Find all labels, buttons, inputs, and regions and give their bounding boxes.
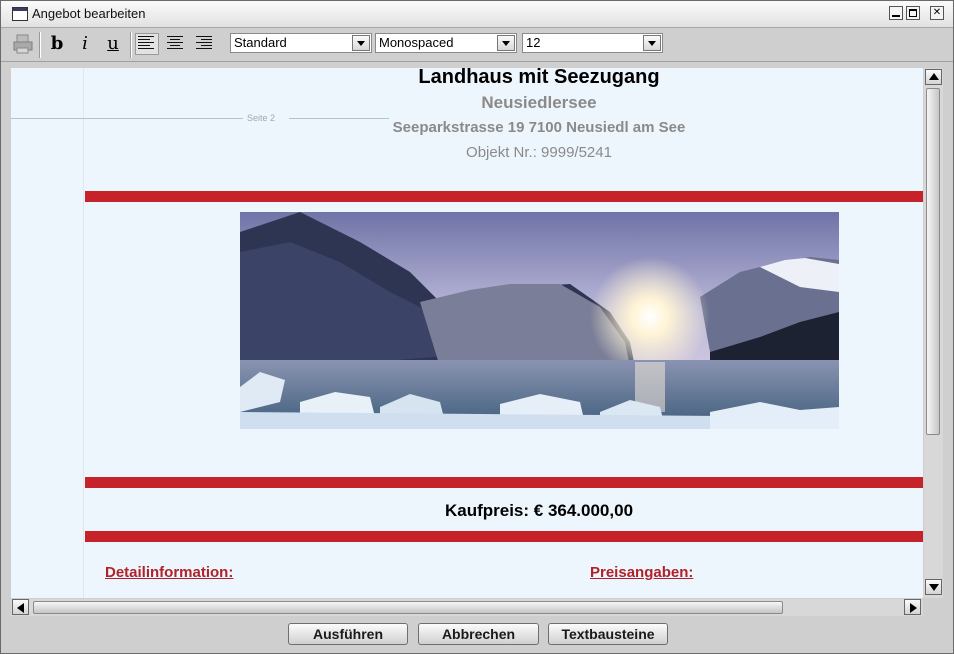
font-family-value: Monospaced: [379, 35, 454, 50]
mountain-lake-sunset-photo: [240, 212, 839, 429]
arrow-down-icon: [929, 584, 939, 591]
cancel-button[interactable]: Abbrechen: [418, 623, 539, 645]
divider-bar: [85, 477, 923, 488]
printer-icon: [13, 34, 33, 54]
horizontal-scroll-thumb[interactable]: [33, 601, 783, 614]
text-blocks-button[interactable]: Textbausteine: [548, 623, 668, 645]
document-editor[interactable]: Seite 2 Landhaus mit Seezugang Neusiedle…: [11, 68, 923, 598]
maximize-icon: [909, 9, 917, 17]
window-icon: [12, 7, 28, 21]
scroll-left-button[interactable]: [12, 599, 29, 615]
scroll-up-button[interactable]: [925, 69, 942, 85]
chevron-down-icon[interactable]: [497, 35, 515, 51]
print-button[interactable]: [10, 31, 36, 57]
execute-button[interactable]: Ausführen: [288, 623, 408, 645]
detail-information-heading: Detailinformation:: [105, 564, 234, 581]
editor-window: Angebot bearbeiten ✕ b i u Standard Mono…: [0, 0, 954, 654]
close-icon: ✕: [932, 7, 942, 18]
font-family-select[interactable]: Monospaced: [375, 33, 517, 53]
paragraph-style-select[interactable]: Standard: [230, 33, 372, 53]
purchase-price: Kaufpreis: € 364.000,00: [444, 501, 634, 520]
minimize-button[interactable]: [889, 6, 903, 20]
title-bar[interactable]: Angebot bearbeiten ✕: [1, 1, 953, 28]
window-title: Angebot bearbeiten: [32, 6, 146, 21]
property-photo[interactable]: [240, 212, 839, 429]
maximize-button[interactable]: [906, 6, 920, 20]
divider-bar: [85, 531, 923, 542]
align-center-button[interactable]: [164, 34, 186, 54]
arrow-up-icon: [929, 73, 939, 80]
listing-title: Landhaus mit Seezugang: [418, 68, 660, 88]
price-details-heading: Preisangaben:: [590, 564, 694, 581]
toolbar-separator: [39, 32, 41, 58]
listing-subtitle: Neusiedlersee: [481, 93, 597, 112]
toolbar-separator: [130, 32, 132, 58]
align-right-button[interactable]: [192, 34, 214, 54]
chevron-down-icon[interactable]: [643, 35, 661, 51]
horizontal-scrollbar[interactable]: [11, 599, 923, 616]
bold-button[interactable]: b: [44, 31, 70, 57]
formatting-toolbar: b i u Standard Monospaced 12: [1, 28, 953, 62]
arrow-left-icon: [17, 603, 24, 613]
scroll-down-button[interactable]: [925, 579, 942, 595]
vertical-scroll-thumb[interactable]: [926, 88, 940, 435]
scroll-right-button[interactable]: [904, 599, 921, 615]
scrollbar-corner: [924, 599, 943, 616]
font-size-select[interactable]: 12: [522, 33, 663, 53]
chevron-down-icon[interactable]: [352, 35, 370, 51]
underline-button[interactable]: u: [100, 31, 126, 57]
close-button[interactable]: ✕: [930, 6, 944, 20]
italic-button[interactable]: i: [72, 31, 98, 57]
align-left-button[interactable]: [135, 33, 159, 55]
listing-address: Seeparkstrasse 19 7100 Neusiedl am See: [392, 119, 686, 136]
divider-bar: [85, 191, 923, 202]
object-number: Objekt Nr.: 9999/5241: [466, 144, 612, 161]
font-size-value: 12: [526, 35, 541, 50]
arrow-right-icon: [910, 603, 917, 613]
paragraph-style-value: Standard: [234, 35, 287, 50]
vertical-scrollbar[interactable]: [924, 68, 943, 598]
minimize-icon: [892, 15, 900, 17]
